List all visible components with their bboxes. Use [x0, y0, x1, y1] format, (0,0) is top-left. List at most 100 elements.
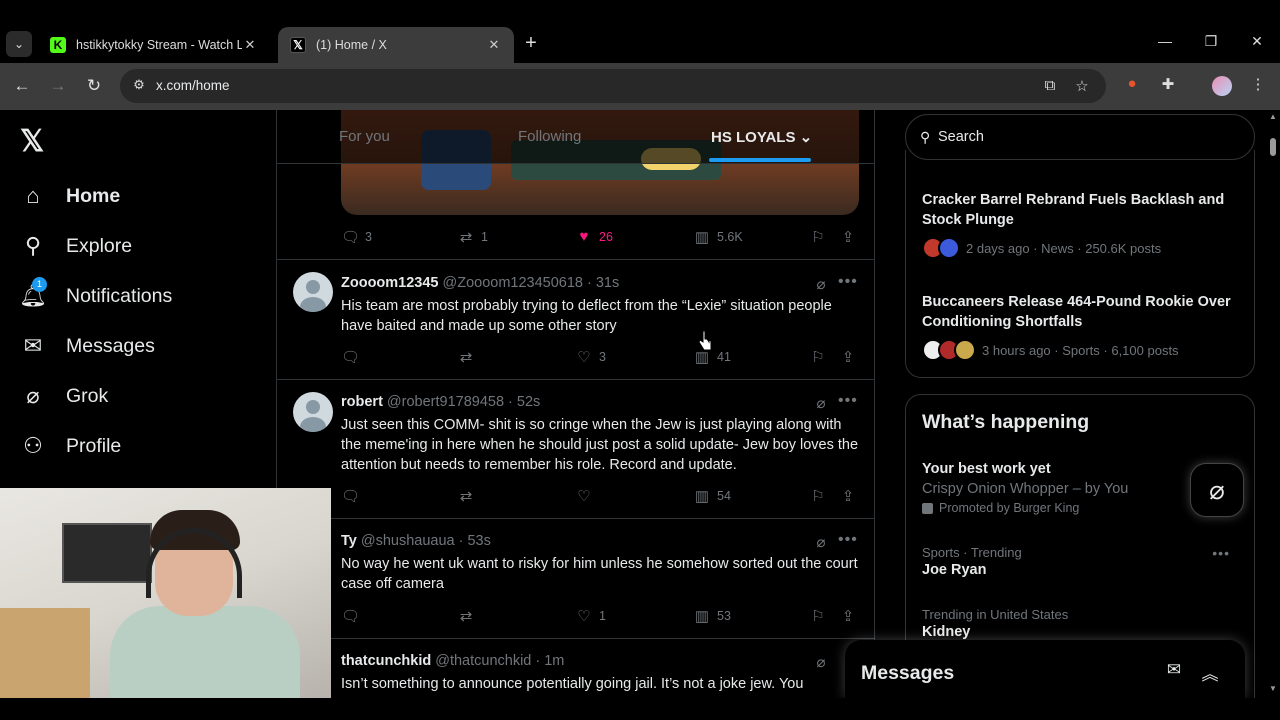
promoted-text: Promoted by Burger King — [939, 501, 1080, 515]
tab-hs-loyals[interactable]: HS LOYALS ⌄ — [711, 128, 812, 146]
bookmark-button[interactable]: ⚐ — [809, 487, 833, 505]
new-message-icon[interactable]: ✉ — [1163, 660, 1185, 682]
more-icon[interactable]: ••• — [838, 531, 857, 549]
nav-profile[interactable]: ⚇ Profile — [20, 426, 121, 466]
page-scrollbar[interactable]: ▲ ▼ — [1266, 110, 1280, 698]
tweet[interactable]: Zoooom12345 @Zoooom123450618 · 31s ⌀ ••• Hi… — [277, 260, 874, 380]
heart-filled-icon: ♥ — [579, 228, 589, 245]
profile-avatar[interactable] — [1212, 76, 1232, 96]
like-button[interactable]: ♡ 3 — [575, 348, 606, 366]
nav-grok[interactable]: ⌀ Grok — [20, 376, 108, 416]
scroll-down-icon[interactable]: ▼ — [1268, 684, 1278, 693]
tweet[interactable]: robert @robert91789458 · 52s ⌀ ••• Just see… — [277, 380, 874, 519]
tab-for-you[interactable]: For you — [339, 128, 390, 145]
trend-item[interactable]: Trending in United States Kidney — [922, 607, 1240, 640]
nav-explore[interactable]: ⚲ Explore — [20, 226, 132, 266]
avatar[interactable] — [293, 392, 333, 432]
nav-notifications[interactable]: 🔔︎ 1 Notifications — [19, 276, 172, 316]
new-tab-plus-icon[interactable]: + — [520, 33, 542, 55]
site-info-icon[interactable]: ⚙ — [130, 77, 148, 95]
bookmark-button[interactable]: ⚐ — [809, 228, 833, 246]
browser-menu-icon[interactable]: ⋮ — [1247, 75, 1269, 97]
tab-following[interactable]: Following — [518, 128, 581, 145]
close-icon[interactable]: ✕ — [486, 37, 502, 53]
window-close-icon[interactable]: ✕ — [1243, 33, 1271, 50]
like-button[interactable]: ♡ 1 — [575, 607, 606, 625]
views-button[interactable]: ▥ 53 — [693, 607, 731, 625]
nav-home[interactable]: ⌂ Home — [20, 176, 120, 216]
reply-button[interactable]: 🗨︎ — [341, 348, 365, 366]
x-logo-icon[interactable]: 𝕏 — [20, 124, 44, 159]
browser-tab-x[interactable]: 𝕏 (1) Home / X ✕ — [278, 27, 514, 63]
view-count: 54 — [717, 489, 731, 503]
views-button[interactable]: ▥ 54 — [693, 487, 731, 505]
expand-icon[interactable]: ︽ — [1199, 660, 1221, 684]
address-bar[interactable]: ⚙ x.com/home ⧉ ☆ — [120, 69, 1106, 103]
timestamp[interactable]: 52s — [517, 394, 540, 410]
trend-title: Joe Ryan — [922, 562, 987, 578]
restore-icon[interactable]: ❐ — [1197, 33, 1225, 50]
bookmark-star-icon[interactable]: ☆ — [1072, 77, 1092, 97]
display-name[interactable]: thatcunchkid — [341, 653, 431, 669]
tweet[interactable]: thatcunchkid @thatcunchkid · 1m ⌀ Isn’t som… — [277, 639, 874, 698]
reply-button[interactable]: 🗨︎ — [341, 607, 365, 625]
views-button[interactable]: ▥ 5.6K — [693, 228, 743, 246]
grok-icon[interactable]: ⌀ — [812, 653, 830, 671]
grok-icon[interactable]: ⌀ — [812, 533, 830, 551]
tab-list-chevron-icon[interactable]: ⌄ — [6, 31, 32, 57]
more-icon[interactable]: ••• — [838, 273, 857, 291]
extension-fox-icon[interactable]: ● — [1121, 75, 1143, 97]
repost-button[interactable]: ⇄ — [457, 487, 481, 505]
hand-cursor-icon — [698, 330, 712, 351]
messages-drawer[interactable]: Messages ✉ ︽ — [845, 640, 1245, 698]
avatar[interactable] — [293, 272, 333, 312]
browser-tab-kick[interactable]: K hstikkytokky Stream - Watch Liv ✕ — [38, 27, 270, 63]
handle[interactable]: @robert91789458 — [387, 394, 504, 410]
minimize-icon[interactable]: — — [1151, 33, 1179, 49]
back-arrow-icon[interactable]: ← — [10, 75, 34, 99]
grok-icon[interactable]: ⌀ — [812, 394, 830, 412]
handle[interactable]: @Zoooom123450618 — [443, 275, 584, 291]
repost-button[interactable]: ⇄ — [457, 348, 481, 366]
grok-floating-button[interactable]: ⌀ — [1190, 463, 1244, 517]
timestamp[interactable]: 31s — [596, 275, 619, 291]
share-button[interactable]: ⇪ — [839, 228, 863, 246]
display-name[interactable]: Zoooom12345 — [341, 275, 439, 291]
handle[interactable]: @thatcunchkid — [435, 653, 531, 669]
more-icon[interactable]: ••• — [838, 392, 857, 410]
forward-arrow-icon[interactable]: → — [46, 75, 70, 99]
scrollbar-thumb[interactable] — [1270, 138, 1276, 156]
handle[interactable]: @shushauaua — [361, 533, 455, 549]
display-name[interactable]: Ty — [341, 533, 357, 549]
repost-button[interactable]: ⇄ 1 — [457, 228, 488, 246]
tweet[interactable]: Ty @shushauaua · 53s ⌀ ••• No way he went u… — [277, 519, 874, 639]
news-item[interactable]: Buccaneers Release 464-Pound Rookie Over… — [922, 292, 1240, 361]
reply-icon: 🗨︎ — [341, 488, 361, 505]
like-button[interactable]: ♥ 26 — [575, 228, 613, 245]
repost-button[interactable]: ⇄ — [457, 607, 481, 625]
scroll-up-icon[interactable]: ▲ — [1268, 112, 1278, 121]
search-input[interactable] — [938, 129, 1238, 145]
install-app-icon[interactable]: ⧉ — [1040, 77, 1060, 97]
nav-messages[interactable]: ✉ Messages — [20, 326, 155, 366]
news-item[interactable]: Cracker Barrel Rebrand Fuels Backlash an… — [922, 190, 1240, 259]
bookmark-button[interactable]: ⚐ — [809, 607, 833, 625]
extensions-puzzle-icon[interactable]: ✚ — [1157, 75, 1179, 97]
trend-item[interactable]: Sports · Trending Joe Ryan ••• — [922, 545, 1240, 578]
timestamp[interactable]: 53s — [467, 533, 490, 549]
display-name[interactable]: robert — [341, 394, 383, 410]
reply-button[interactable]: 🗨︎ 3 — [341, 228, 372, 246]
share-button[interactable]: ⇪ — [839, 487, 863, 505]
search-box: ⚲ — [905, 114, 1255, 160]
share-button[interactable]: ⇪ — [839, 348, 863, 366]
grok-icon[interactable]: ⌀ — [812, 275, 830, 293]
share-button[interactable]: ⇪ — [839, 607, 863, 625]
timestamp[interactable]: 1m — [544, 653, 564, 669]
wall-picture — [62, 523, 152, 583]
close-icon[interactable]: ✕ — [242, 37, 258, 53]
more-icon[interactable]: ••• — [1212, 545, 1230, 561]
bookmark-button[interactable]: ⚐ — [809, 348, 833, 366]
reload-icon[interactable]: ↻ — [82, 75, 106, 99]
like-button[interactable]: ♡ — [575, 487, 599, 505]
reply-button[interactable]: 🗨︎ — [341, 487, 365, 505]
